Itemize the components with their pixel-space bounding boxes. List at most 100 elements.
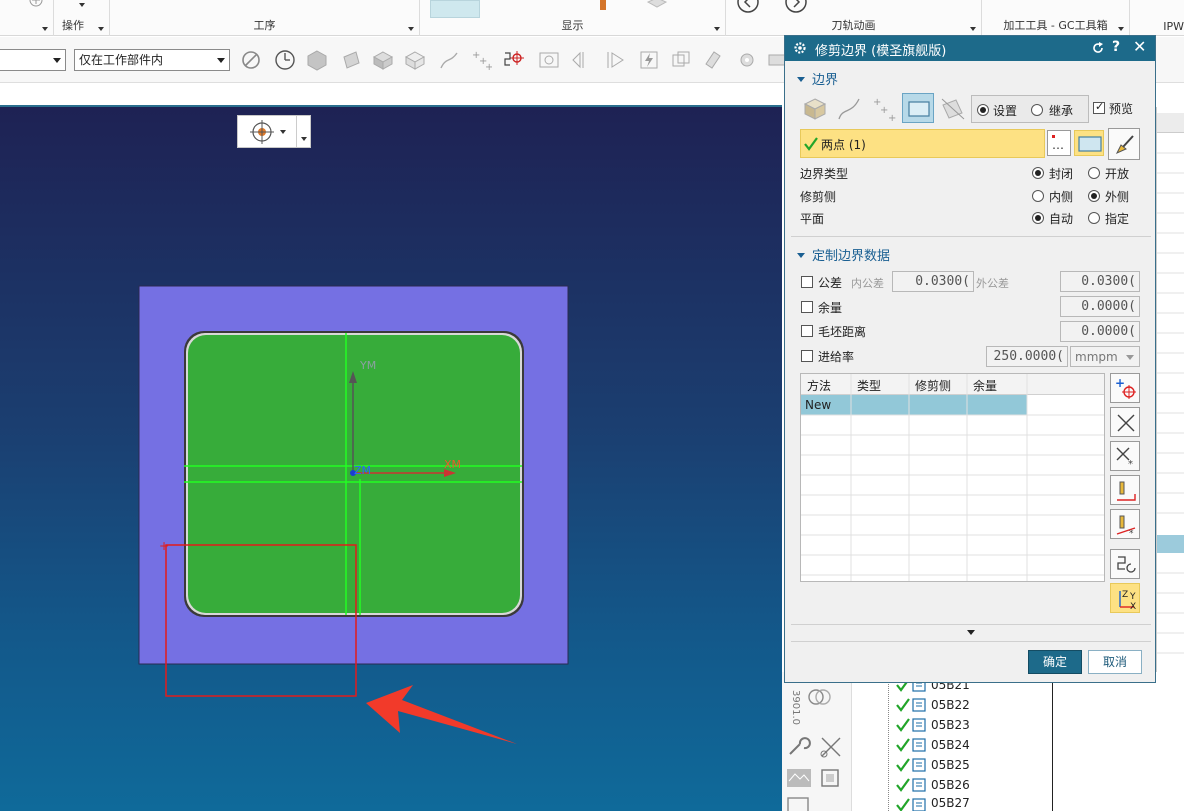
- boundary-section-header[interactable]: 边界: [797, 69, 838, 88]
- mirror-right-icon[interactable]: [604, 49, 626, 71]
- mode-rectangle-button[interactable]: [902, 93, 934, 123]
- ribbon-group-gc-tools[interactable]: 加工工具 - GC工具箱: [982, 0, 1130, 36]
- tolerance-checkbox[interactable]: [801, 276, 813, 288]
- snap-point-icon[interactable]: [503, 49, 525, 71]
- auto-radio[interactable]: [1032, 212, 1044, 224]
- inside-radio[interactable]: [1032, 190, 1044, 202]
- play-icon[interactable]: [784, 0, 808, 14]
- rectangle-select-button[interactable]: [1074, 130, 1104, 156]
- close-icon[interactable]: ✕: [1133, 37, 1146, 56]
- outer-tolerance-label: 外公差: [976, 277, 1009, 290]
- mode-solid-icon[interactable]: [803, 97, 827, 121]
- expand-more-icon[interactable]: [967, 630, 975, 635]
- start-point-marker[interactable]: +: [159, 539, 169, 553]
- clock-icon[interactable]: [274, 49, 296, 71]
- specify-radio[interactable]: [1088, 212, 1100, 224]
- feed-unit-select[interactable]: mmpm: [1070, 346, 1140, 367]
- feed-rate-field[interactable]: 250.0000(: [986, 346, 1068, 367]
- layers-icon[interactable]: [670, 49, 692, 71]
- ribbon-group-ipw[interactable]: IPW: [1130, 0, 1184, 36]
- custom-data-section-header[interactable]: 定制边界数据: [797, 245, 890, 264]
- gear-small-icon[interactable]: [736, 49, 758, 71]
- solid-face-icon[interactable]: [372, 49, 394, 71]
- blank-distance-field[interactable]: 0.0000(: [1060, 321, 1140, 342]
- curve-icon[interactable]: [438, 49, 460, 71]
- mode-curve-icon[interactable]: [837, 97, 861, 121]
- cube-icon[interactable]: [646, 0, 668, 12]
- open-radio[interactable]: [1088, 167, 1100, 179]
- points-icon[interactable]: +++: [470, 49, 492, 71]
- brush-icon[interactable]: [702, 49, 724, 71]
- display-swatch[interactable]: [430, 0, 480, 18]
- ribbon-caret-icon[interactable]: [79, 3, 85, 7]
- face-icon[interactable]: [340, 49, 362, 71]
- ribbon-caret-icon[interactable]: [42, 27, 48, 31]
- closed-radio[interactable]: [1032, 167, 1044, 179]
- lightning-icon[interactable]: [638, 49, 660, 71]
- ribbon-group-process[interactable]: 工序: [110, 0, 420, 36]
- add-boundary-button[interactable]: +: [1110, 373, 1140, 403]
- csys-button[interactable]: ZYX: [1110, 583, 1140, 613]
- preview-checkbox[interactable]: ✓: [1093, 100, 1105, 114]
- scissors-icon[interactable]: [818, 734, 844, 760]
- scope-select[interactable]: 仅在工作部件内: [74, 49, 230, 71]
- inner-tolerance-label: 内公差: [851, 277, 884, 290]
- rewind-icon[interactable]: [736, 0, 760, 14]
- reorder-button[interactable]: [1110, 549, 1140, 579]
- selection-row[interactable]: 两点 (1): [800, 129, 1045, 158]
- snap-target-icon[interactable]: [250, 120, 274, 144]
- graphics-viewport[interactable]: YM XM ZM +: [0, 107, 782, 811]
- type-filter-select[interactable]: [0, 49, 66, 71]
- box-icon[interactable]: [404, 49, 426, 71]
- tool-axis-button[interactable]: [1110, 475, 1140, 505]
- cancel-button[interactable]: 取消: [1088, 650, 1142, 674]
- clear-selection-icon[interactable]: [240, 49, 262, 71]
- add-icon[interactable]: [20, 0, 44, 10]
- solid-body-icon[interactable]: [306, 49, 328, 71]
- stock-field[interactable]: 0.0000(: [1060, 296, 1140, 317]
- tool-axis-advanced-button[interactable]: *: [1110, 509, 1140, 539]
- dropdown-caret-icon: [1126, 355, 1134, 360]
- mode-points-icon[interactable]: +++: [871, 95, 899, 123]
- ribbon-group-operation[interactable]: 操作: [54, 0, 110, 36]
- operation-icon: [912, 778, 926, 792]
- stock-checkbox[interactable]: [801, 301, 813, 313]
- ribbon-group-display[interactable]: 显示: [420, 0, 726, 36]
- custom-data-section-label: 定制边界数据: [812, 249, 891, 264]
- outer-tolerance-field[interactable]: 0.0300(: [1060, 271, 1140, 292]
- mirror-icon[interactable]: [570, 49, 592, 71]
- point-dialog-button[interactable]: …: [1047, 130, 1071, 156]
- ribbon-caret-icon[interactable]: [98, 27, 104, 31]
- ribbon-caret-icon[interactable]: [714, 27, 720, 31]
- help-icon[interactable]: ?: [1112, 39, 1120, 55]
- brush-select-button[interactable]: [1108, 128, 1140, 160]
- ribbon-caret-icon[interactable]: [408, 27, 414, 31]
- snap-mode-toggle[interactable]: [237, 115, 311, 148]
- ribbon-caret-icon[interactable]: [970, 27, 976, 31]
- texture-icon[interactable]: [786, 766, 812, 790]
- ribbon-group-animation[interactable]: 刀轨动画: [726, 0, 982, 36]
- view-icon[interactable]: [538, 49, 560, 71]
- tool-icon[interactable]: [600, 0, 606, 10]
- caret-down-icon[interactable]: [301, 137, 307, 141]
- boundary-table[interactable]: 方法 类型 修剪侧 余量 New: [800, 373, 1105, 582]
- dialog-titlebar[interactable]: 修剪边界 (模圣旗舰版) ? ✕: [785, 36, 1155, 61]
- feed-rate-checkbox[interactable]: [801, 350, 813, 362]
- reset-icon[interactable]: [1091, 41, 1105, 55]
- ribbon-caret-icon[interactable]: [1118, 27, 1124, 31]
- ok-button[interactable]: 确定: [1028, 650, 1082, 674]
- inner-tolerance-field[interactable]: 0.0300(: [892, 271, 974, 292]
- inherit-radio[interactable]: [1031, 104, 1043, 116]
- delete-all-button[interactable]: *: [1110, 441, 1140, 471]
- outside-radio[interactable]: [1088, 190, 1100, 202]
- caret-down-icon[interactable]: [280, 130, 286, 134]
- delete-boundary-button[interactable]: [1110, 407, 1140, 437]
- layer-icon[interactable]: [786, 796, 812, 811]
- set-radio[interactable]: [977, 104, 989, 116]
- spring-icon[interactable]: [806, 684, 832, 710]
- machine-icon[interactable]: [818, 766, 844, 790]
- blank-distance-checkbox[interactable]: [801, 325, 813, 337]
- tree-item-label: 05B27: [931, 796, 970, 810]
- mode-face-icon[interactable]: [940, 97, 966, 121]
- wrench-icon[interactable]: [786, 734, 812, 760]
